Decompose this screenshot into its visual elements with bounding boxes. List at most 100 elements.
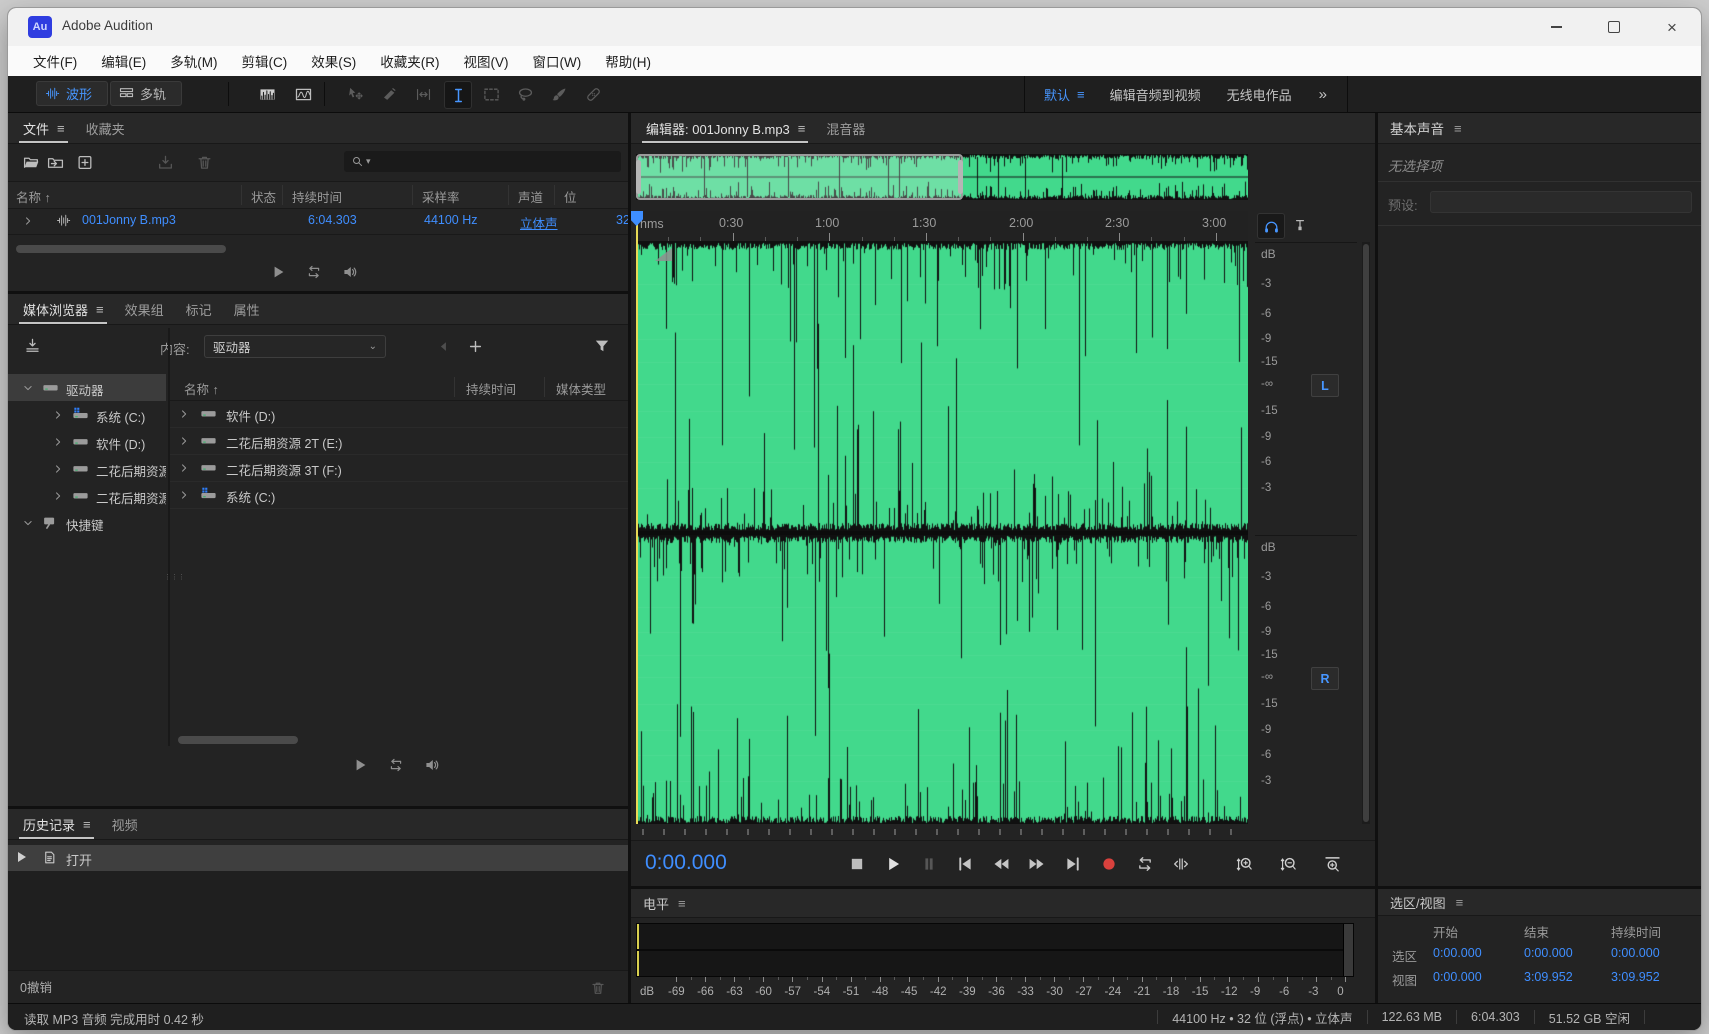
- selview-value-1-0[interactable]: 0:00.000: [1433, 970, 1482, 984]
- panel-menu-icon[interactable]: ≡: [1454, 121, 1461, 136]
- files-tab-0[interactable]: 文件≡: [12, 113, 75, 143]
- preview-loop-button[interactable]: [302, 261, 326, 283]
- menu-item-2[interactable]: 多轨(M): [159, 47, 228, 75]
- workspace-tab-0[interactable]: 默认≡: [1031, 76, 1097, 112]
- preview-play-button[interactable]: [266, 261, 290, 283]
- left-channel-badge[interactable]: L: [1311, 374, 1339, 397]
- panel-menu-icon[interactable]: ≡: [678, 896, 685, 911]
- media-tree-item-0[interactable]: 驱动器: [8, 374, 166, 401]
- lasso-selection-tool[interactable]: [512, 81, 538, 107]
- workspace-tab-2[interactable]: 无线电作品: [1214, 76, 1305, 112]
- media-list-column-0[interactable]: 名称 ↑: [184, 379, 219, 398]
- spectral-display-button[interactable]: [290, 83, 316, 105]
- files-column-2[interactable]: 持续时间: [292, 187, 342, 206]
- skip-to-start-button[interactable]: [952, 851, 978, 877]
- panel-menu-icon[interactable]: ≡: [798, 121, 805, 136]
- workspace-menu-icon[interactable]: ≡: [1077, 87, 1084, 102]
- spot-healing-brush-tool[interactable]: [580, 81, 606, 107]
- editor-vscrollbar-thumb[interactable]: [1363, 244, 1369, 822]
- media-list-item-2[interactable]: 二花后期资源 3T (F:): [170, 454, 628, 482]
- menu-item-3[interactable]: 剪辑(C): [231, 47, 299, 75]
- list-expand-button[interactable]: [178, 407, 190, 425]
- history-tab-1[interactable]: 视频: [101, 809, 149, 839]
- media-tree-item-4[interactable]: 二花后期资源 3T (F:): [8, 482, 166, 509]
- file-expand-button[interactable]: [22, 214, 34, 232]
- media-filter-button[interactable]: [590, 335, 614, 357]
- selview-value-1-2[interactable]: 3:09.952: [1611, 970, 1660, 984]
- move-tool[interactable]: [342, 81, 368, 107]
- media-tree-item-5[interactable]: 快捷键: [8, 509, 166, 536]
- tree-expand-button[interactable]: [52, 462, 64, 480]
- waveform-view-button[interactable]: 波形: [36, 81, 108, 106]
- list-expand-button[interactable]: [178, 488, 190, 506]
- file-channels[interactable]: 立体声: [520, 213, 558, 232]
- files-hscrollbar[interactable]: [16, 245, 226, 253]
- panel-menu-icon[interactable]: ≡: [57, 121, 64, 136]
- record-button[interactable]: [1096, 851, 1122, 877]
- menu-item-6[interactable]: 视图(V): [453, 47, 520, 75]
- stop-button[interactable]: [844, 851, 870, 877]
- media-hscrollbar[interactable]: [178, 736, 298, 744]
- fast-forward-button[interactable]: [1024, 851, 1050, 877]
- tree-expand-button[interactable]: [52, 408, 64, 426]
- workspace-overflow-button[interactable]: »: [1305, 86, 1341, 103]
- bracket-right-handle[interactable]: [958, 160, 963, 194]
- files-column-4[interactable]: 声道: [518, 187, 543, 206]
- media-tab-1[interactable]: 效果组: [114, 294, 175, 324]
- search-input[interactable]: ▾: [344, 151, 621, 172]
- slip-tool[interactable]: [410, 81, 436, 107]
- time-selection-tool[interactable]: [444, 81, 472, 109]
- media-list-item-0[interactable]: 软件 (D:): [170, 400, 628, 428]
- files-column-3[interactable]: 采样率: [422, 187, 460, 206]
- panel-menu-icon[interactable]: ≡: [96, 302, 103, 317]
- menu-item-5[interactable]: 收藏夹(R): [369, 47, 450, 75]
- menu-item-7[interactable]: 窗口(W): [522, 47, 593, 75]
- maximize-button[interactable]: [1585, 8, 1643, 46]
- delete-button[interactable]: [192, 151, 216, 173]
- selview-value-0-2[interactable]: 0:00.000: [1611, 946, 1660, 960]
- files-column-1[interactable]: 状态: [251, 187, 276, 206]
- media-tree-item-1[interactable]: 系统 (C:): [8, 401, 166, 428]
- db-scale[interactable]: dB-3-6-9-15-∞-15-9-6-3L: [1255, 242, 1357, 532]
- selview-value-0-1[interactable]: 0:00.000: [1524, 946, 1573, 960]
- editor-tab-0[interactable]: 编辑器: 001Jonny B.mp3≡: [635, 113, 815, 143]
- import-file-button[interactable]: [43, 151, 67, 173]
- media-tab-0[interactable]: 媒体浏览器≡: [12, 294, 114, 324]
- files-tab-1[interactable]: 收藏夹: [75, 113, 136, 143]
- zoom-in-amplitude-button[interactable]: [1231, 851, 1257, 877]
- menu-item-8[interactable]: 帮助(H): [594, 47, 662, 75]
- marquee-selection-tool[interactable]: [478, 81, 504, 107]
- db-scale[interactable]: dB-3-6-9-15-∞-15-9-6-3R: [1255, 535, 1357, 825]
- probe-tool-button[interactable]: [1289, 215, 1311, 237]
- open-file-button[interactable]: [19, 151, 43, 173]
- zoom-out-amplitude-button[interactable]: [1275, 851, 1301, 877]
- menu-item-4[interactable]: 效果(S): [300, 47, 367, 75]
- media-tab-3[interactable]: 属性: [223, 294, 271, 324]
- minimize-button[interactable]: [1527, 8, 1585, 46]
- zoom-to-selection-button[interactable]: [1319, 851, 1345, 877]
- tree-expand-button[interactable]: [22, 516, 34, 534]
- workspace-tab-1[interactable]: 编辑音频到视频: [1097, 76, 1214, 112]
- media-list-item-1[interactable]: 二花后期资源 2T (E:): [170, 427, 628, 455]
- selview-value-0-0[interactable]: 0:00.000: [1433, 946, 1482, 960]
- media-play-button[interactable]: [348, 754, 372, 776]
- history-entry-0[interactable]: 打开: [8, 845, 628, 871]
- waveform-display-button[interactable]: [254, 83, 280, 105]
- panel-menu-icon[interactable]: ≡: [1456, 895, 1463, 910]
- content-dropdown[interactable]: 驱动器⌄: [204, 335, 386, 358]
- playhead-line[interactable]: [636, 221, 638, 824]
- menu-item-1[interactable]: 编辑(E): [90, 47, 157, 75]
- media-add-button[interactable]: [464, 335, 486, 357]
- paintbrush-selection-tool[interactable]: [546, 81, 572, 107]
- loop-playback-button[interactable]: [1132, 851, 1158, 877]
- preset-dropdown[interactable]: [1430, 191, 1692, 213]
- timeline-ruler[interactable]: hms0:301:001:302:002:303:00: [636, 211, 1248, 242]
- titlebar[interactable]: Au Adobe Audition ×: [8, 8, 1701, 46]
- media-loop-button[interactable]: [384, 754, 408, 776]
- media-volume-button[interactable]: [420, 754, 444, 776]
- list-expand-button[interactable]: [178, 434, 190, 452]
- pause-button[interactable]: [916, 851, 942, 877]
- pane-resize-handle[interactable]: ⋮⋮⋮: [164, 576, 169, 622]
- list-expand-button[interactable]: [178, 461, 190, 479]
- selview-value-1-1[interactable]: 3:09.952: [1524, 970, 1573, 984]
